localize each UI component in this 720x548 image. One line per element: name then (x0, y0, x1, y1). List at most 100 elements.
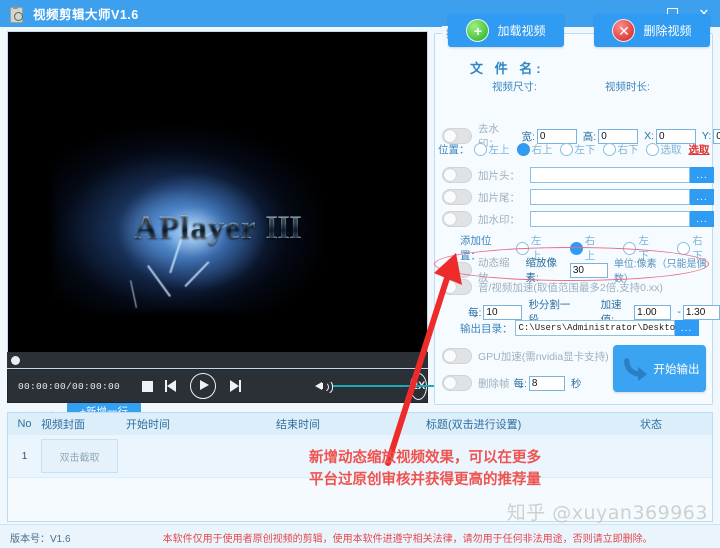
play-button[interactable] (190, 373, 217, 399)
drop-frame-row: 删除帧 每: 8 秒 (442, 375, 583, 391)
speedup-label: 音/视频加速(取值范围最多2倍,支持0.xx) (478, 281, 663, 294)
previous-button[interactable] (165, 380, 178, 392)
add-intro-browse-button[interactable]: ... (690, 167, 714, 183)
file-name-label: 文 件 名: (470, 61, 545, 76)
video-size-label: 视频尺寸: (492, 81, 537, 93)
add-outro-toggle[interactable] (442, 189, 472, 205)
column-title: 标题(双击进行设置) (426, 419, 522, 431)
video-duration-label: 视频时长: (605, 81, 650, 93)
next-button[interactable] (228, 380, 242, 392)
accel-dash: - (677, 306, 681, 318)
y-input[interactable]: 0 (713, 128, 720, 144)
position-label-bottom-right: 右下 (617, 144, 639, 156)
panel-action-buttons: + 加载视频 ✕ 删除视频 (448, 14, 710, 47)
disclaimer-text: 本软件仅用于使用者原创视频的剪辑，使用本软件进遵守相关法律，请勿用于任何非法用途… (162, 533, 653, 545)
position-label-top-left: 左上 (488, 144, 510, 156)
version-label: 版本号：V1.6 (10, 533, 71, 545)
column-no: No (17, 418, 32, 430)
position-radio-top-right[interactable] (516, 143, 530, 156)
video-logo-numeral: III (265, 210, 302, 246)
gpu-accel-label: GPU加速(需nvidia显卡支持) (478, 350, 609, 363)
volume-slider[interactable] (333, 380, 446, 392)
status-bar: 版本号：V1.6 本软件仅用于使用者原创视频的剪辑，使用本软件进遵守相关法律，请… (0, 524, 720, 548)
zoom-pixel-input[interactable]: 30 (569, 262, 608, 278)
position-label-pick: 选取 (660, 144, 682, 156)
x-label: X: (644, 130, 654, 142)
add-outro-browse-button[interactable]: ... (690, 189, 714, 205)
column-status: 状态 (640, 419, 662, 431)
add-intro-input[interactable] (530, 167, 690, 183)
position-label-bottom-left: 左下 (574, 144, 596, 156)
app-icon (8, 5, 24, 23)
video-preview[interactable]: APlayer III (7, 31, 428, 369)
video-logo: APlayer III (8, 210, 427, 247)
seek-handle[interactable] (11, 356, 20, 365)
stop-button[interactable] (142, 380, 154, 392)
load-video-button[interactable]: + 加载视频 (448, 14, 564, 47)
add-intro-toggle[interactable] (442, 167, 472, 183)
player-controls: 00:00:00/00:00:00 2X (7, 369, 446, 403)
add-watermark-row: 加水印： ... (442, 211, 714, 227)
add-watermark-input[interactable] (530, 211, 690, 227)
time-display: 00:00:00/00:00:00 (18, 380, 121, 392)
add-position-radio-bottom-right[interactable] (677, 241, 691, 255)
drop-frame-toggle[interactable] (442, 375, 472, 391)
cross-icon: ✕ (612, 19, 636, 42)
every-seconds-input[interactable]: 10 (483, 304, 523, 320)
download-arrow-icon (623, 357, 647, 381)
pick-region-link[interactable]: 选取 (689, 142, 710, 157)
app-title: 视频剪辑大师V1.6 (33, 8, 139, 22)
add-position-radio-top-right[interactable] (569, 241, 583, 255)
speedup-row: 音/视频加速(取值范围最多2倍,支持0.xx) (442, 279, 663, 295)
table-row[interactable]: 1 双击截取 (8, 435, 712, 478)
delete-video-button[interactable]: ✕ 删除视频 (594, 14, 710, 47)
video-canvas: APlayer III (8, 32, 427, 368)
accel-max-input[interactable]: 1.30 (682, 304, 720, 320)
position-label: 位置： (438, 144, 470, 156)
output-dir-input[interactable]: C:\Users\Administrator\Desktop\ok (514, 320, 697, 336)
start-output-label: 开始输出 (653, 363, 700, 376)
position-radio-bottom-left[interactable] (559, 143, 573, 156)
add-outro-input[interactable] (530, 189, 690, 205)
plus-icon: + (466, 19, 490, 42)
add-position-radio-top-left[interactable] (515, 241, 529, 255)
every-label: 每: (468, 306, 482, 319)
volume-icon[interactable] (315, 379, 334, 394)
accel-min-input[interactable]: 1.00 (634, 304, 672, 320)
capture-cover-button[interactable]: 双击截取 (41, 439, 118, 473)
drop-frame-unit: 秒 (570, 377, 582, 390)
video-logo-text: APlayer (134, 210, 257, 246)
delete-video-label: 删除视频 (643, 24, 692, 38)
speedup-toggle[interactable] (442, 279, 472, 295)
column-start: 开始时间 (126, 419, 170, 431)
cell-no: 1 (21, 450, 28, 462)
add-outro-row: 加片尾： ... (442, 189, 714, 205)
drop-frame-label: 删除帧 (478, 377, 510, 390)
add-intro-label: 加片头： (478, 169, 520, 182)
stop-icon (142, 380, 154, 392)
drop-frame-every-label: 每: (513, 377, 527, 390)
gpu-accel-row: GPU加速(需nvidia显卡支持) (442, 348, 609, 364)
add-watermark-browse-button[interactable]: ... (690, 211, 714, 227)
add-position-radio-bottom-left[interactable] (623, 241, 637, 255)
segment-table: No 视频封面 开始时间 结束时间 标题(双击进行设置) 状态 1 双击截取 (7, 412, 713, 522)
segment-table-header: No 视频封面 开始时间 结束时间 标题(双击进行设置) 状态 (8, 413, 712, 435)
gpu-accel-toggle[interactable] (442, 348, 472, 364)
dynamic-zoom-toggle[interactable] (442, 262, 472, 278)
position-radio-pick[interactable] (645, 143, 659, 156)
add-outro-label: 加片尾： (478, 191, 520, 204)
cell-cover: 双击截取 (41, 439, 126, 473)
add-intro-row: 加片头： ... (442, 167, 714, 183)
output-dir-row: 输出目录： C:\Users\Administrator\Desktop\ok … (460, 320, 699, 336)
position-radio-top-left[interactable] (473, 143, 487, 156)
seek-bar[interactable] (7, 352, 428, 368)
drop-frame-input[interactable]: 8 (528, 375, 565, 391)
segment-table-body: 1 双击截取 (8, 435, 712, 478)
add-watermark-label: 加水印： (478, 213, 520, 226)
y-label: Y: (701, 130, 712, 142)
position-radio-bottom-right[interactable] (602, 143, 616, 156)
start-output-button[interactable]: 开始输出 (613, 345, 706, 392)
output-dir-browse-button[interactable]: ... (674, 320, 699, 336)
add-watermark-toggle[interactable] (442, 211, 472, 227)
app-window: 视频剪辑大师V1.6 – ✕ APlayer III 00:00:00/00:0… (0, 0, 720, 548)
